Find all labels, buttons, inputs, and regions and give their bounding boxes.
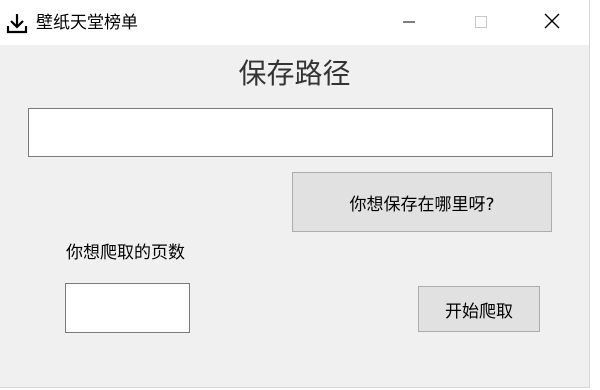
title-bar[interactable]: 壁纸天堂榜单 bbox=[0, 0, 589, 45]
save-path-input[interactable] bbox=[28, 108, 553, 157]
download-icon bbox=[6, 12, 28, 34]
app-window: 壁纸天堂榜单 保存路径 你想保存在哪里呀? 你想爬取的页数 开始爬取 bbox=[0, 0, 590, 388]
window-title: 壁纸天堂榜单 bbox=[36, 13, 138, 33]
pages-input[interactable] bbox=[65, 283, 190, 333]
close-icon bbox=[544, 13, 560, 33]
minimize-icon bbox=[403, 13, 415, 32]
maximize-icon bbox=[475, 13, 487, 32]
save-path-heading: 保存路径 bbox=[238, 57, 351, 90]
choose-folder-button[interactable]: 你想保存在哪里呀? bbox=[292, 172, 552, 232]
minimize-button[interactable] bbox=[386, 0, 432, 45]
close-button[interactable] bbox=[529, 0, 575, 45]
maximize-button[interactable] bbox=[458, 0, 504, 45]
choose-folder-button-label: 你想保存在哪里呀? bbox=[349, 194, 495, 215]
start-crawl-button-label: 开始爬取 bbox=[445, 301, 513, 322]
start-crawl-button[interactable]: 开始爬取 bbox=[418, 286, 540, 332]
pages-label: 你想爬取的页数 bbox=[66, 243, 185, 263]
